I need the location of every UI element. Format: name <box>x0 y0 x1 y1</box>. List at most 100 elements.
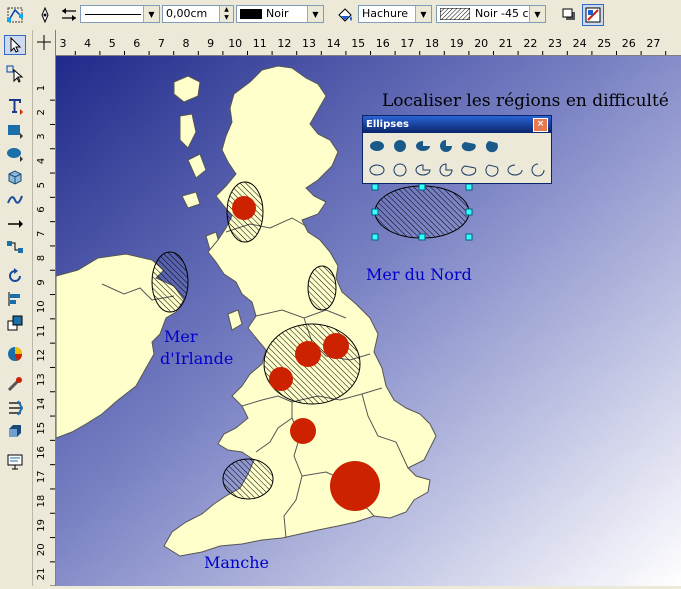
irish-sea-label-line2[interactable]: d'Irlande <box>160 349 233 368</box>
h-ruler-tick: 11 <box>253 37 267 50</box>
ellipse-arc-button[interactable] <box>505 160 525 180</box>
presentation-button[interactable] <box>4 452 26 472</box>
north-sea-label[interactable]: Mer du Nord <box>366 265 472 284</box>
close-icon: × <box>536 119 545 129</box>
presentation-icon <box>7 454 23 470</box>
v-ruler-tick: 18 <box>36 495 47 508</box>
rotate-icon <box>9 268 21 282</box>
cube-icon <box>8 170 22 185</box>
v-ruler-tick: 14 <box>36 398 47 411</box>
ellipse-segment-button[interactable] <box>459 136 479 156</box>
line-style-sample <box>85 14 141 15</box>
v-ruler-tick: 1 <box>36 85 47 91</box>
circle-pie-outline-icon <box>439 163 453 177</box>
shadow-icon <box>562 8 575 20</box>
ellipse-segment-outline-icon <box>461 165 477 176</box>
palette-titlebar[interactable]: Ellipses × <box>363 116 551 133</box>
rotate-button[interactable] <box>4 266 26 286</box>
circle-segment-outline-button[interactable] <box>482 160 502 180</box>
v-ruler-tick: 6 <box>36 206 47 212</box>
close-button[interactable]: × <box>533 118 548 132</box>
connector-tool-button[interactable] <box>4 237 26 257</box>
h-ruler-tick: 27 <box>646 37 660 50</box>
hatch-dropdown[interactable]: Noir -45 c ▼ <box>436 5 546 23</box>
select-tool-button[interactable] <box>4 35 26 55</box>
area-button[interactable] <box>334 4 356 26</box>
slide-title[interactable]: Localiser les régions en difficulté <box>382 91 669 111</box>
points-tool-button[interactable] <box>4 64 26 84</box>
ellipse-pie-button[interactable] <box>413 136 433 156</box>
ellipse-segment-outline-button[interactable] <box>459 160 479 180</box>
interaction-button[interactable] <box>4 398 26 418</box>
v-ruler-tick: 16 <box>36 446 47 459</box>
effects-button[interactable] <box>4 374 26 394</box>
insert-chart-button[interactable] <box>4 344 26 364</box>
h-ruler-tick: 19 <box>450 37 464 50</box>
h-ruler-tick: 24 <box>573 37 587 50</box>
alignment-button[interactable] <box>4 289 26 309</box>
irish-sea-label-line1[interactable]: Mer <box>164 327 198 346</box>
v-ruler-tick: 20 <box>36 543 47 556</box>
chevron-down-icon: ▼ <box>143 6 159 22</box>
chevron-down-icon: ▼ <box>529 6 545 22</box>
circle-pie-outline-button[interactable] <box>436 160 456 180</box>
paint-bucket-icon <box>338 8 352 22</box>
circle-filled-button[interactable] <box>390 136 410 156</box>
curve-tool-button[interactable] <box>4 190 26 210</box>
ellipse-filled-button[interactable] <box>367 136 387 156</box>
h-ruler-tick: 4 <box>84 37 91 50</box>
3d-object-button[interactable] <box>4 167 26 187</box>
3d-effects-button[interactable] <box>4 421 26 441</box>
v-ruler-tick: 8 <box>36 255 47 261</box>
color-swatch <box>240 9 262 19</box>
h-ruler-tick: 15 <box>351 37 365 50</box>
ellipse-tool-button[interactable] <box>4 143 26 163</box>
line-style-dropdown[interactable]: ▼ <box>80 5 160 23</box>
ellipses-palette[interactable]: Ellipses × <box>362 115 552 184</box>
circle-arc-button[interactable] <box>528 160 548 180</box>
text-icon <box>9 99 23 115</box>
v-ruler-tick: 13 <box>36 373 47 386</box>
h-ruler-tick: 18 <box>425 37 439 50</box>
horizontal-ruler[interactable]: 3 4 5 6 7 8 9 10 11 12 13 14 15 16 17 18 19 20 21 22 23 24 25 2… <box>33 30 681 56</box>
channel-label[interactable]: Manche <box>204 553 269 572</box>
points-edit-button[interactable] <box>4 4 26 26</box>
points-select-icon <box>6 65 24 83</box>
curve-icon <box>7 195 23 204</box>
rectangle-tool-button[interactable] <box>4 120 26 140</box>
shadow-button[interactable] <box>558 4 580 26</box>
ellipse-outline-button[interactable] <box>367 160 387 180</box>
arrange-button[interactable] <box>4 313 26 333</box>
h-ruler-tick: 17 <box>400 37 414 50</box>
v-ruler-tick: 12 <box>36 349 47 362</box>
ruler-corner[interactable] <box>33 30 56 55</box>
spin-buttons[interactable]: ▲ ▼ <box>219 6 233 22</box>
vertical-ruler[interactable]: 1 2 3 4 5 6 7 8 9 10 11 12 13 14 15 16 17 18 19 20 21 <box>33 55 56 587</box>
ellipse-pie-outline-button[interactable] <box>413 160 433 180</box>
h-ruler-tick: 16 <box>376 37 390 50</box>
line-tool-button[interactable] <box>34 4 56 26</box>
effects-icon <box>7 377 22 392</box>
v-ruler-tick: 7 <box>36 231 47 237</box>
problem-circle-london <box>330 461 380 511</box>
line-width-field[interactable]: 0,00cm ▲ ▼ <box>162 5 234 23</box>
arrange-icon <box>7 315 23 331</box>
area-style-dropdown[interactable]: Hachure ▼ <box>358 5 432 23</box>
text-tool-button[interactable] <box>4 96 26 116</box>
v-ruler-tick: 5 <box>36 182 47 188</box>
h-ruler-tick: 9 <box>207 37 214 50</box>
circle-pie-button[interactable] <box>436 136 456 156</box>
arrow-style-button[interactable] <box>58 4 80 26</box>
circle-outline-button[interactable] <box>390 160 410 180</box>
line-arrow-button[interactable] <box>4 214 26 234</box>
v-ruler-tick: 21 <box>36 568 47 581</box>
circle-pie-icon <box>440 140 452 152</box>
h-ruler-tick: 23 <box>548 37 562 50</box>
h-ruler-tick: 3 <box>60 37 67 50</box>
3d-effects-icon <box>9 425 21 437</box>
line-color-dropdown[interactable]: Noir ▼ <box>236 5 324 23</box>
v-ruler-tick: 17 <box>36 470 47 483</box>
circle-segment-button[interactable] <box>482 136 502 156</box>
graphic-filter-button[interactable] <box>582 4 604 26</box>
h-ruler-tick: 26 <box>622 37 636 50</box>
